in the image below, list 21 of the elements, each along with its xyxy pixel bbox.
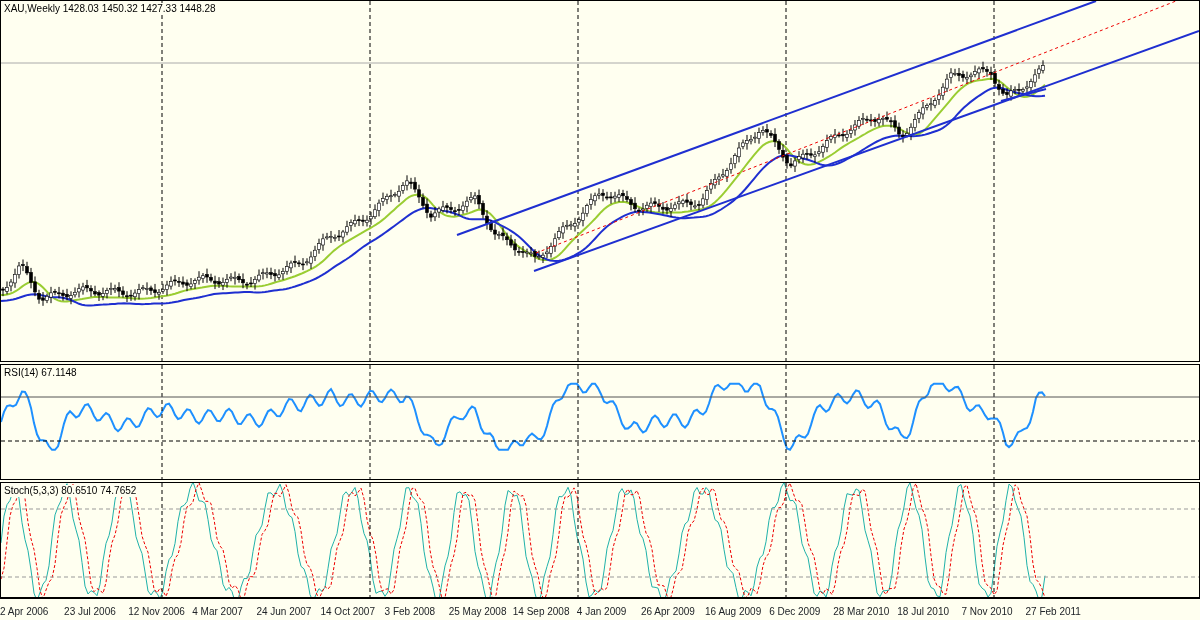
time-axis-label: 2 Apr 2006 — [0, 605, 50, 619]
time-axis-label: 4 Jan 2009 — [576, 605, 628, 619]
rsi-label: RSI(14) 67.1148 — [4, 367, 77, 379]
chart-title: XAU,Weekly 1428.03 1450.32 1427.33 1448.28 — [4, 3, 216, 15]
trend-line — [1000, 88, 1047, 102]
time-axis-label: 16 Aug 2009 — [705, 605, 763, 619]
time-axis-label: 27 Feb 2011 — [1025, 605, 1082, 619]
time-axis-label: 6 Dec 2009 — [769, 605, 822, 619]
time-axis-label: 12 Nov 2006 — [128, 605, 186, 619]
time-axis-label: 14 Sep 2008 — [512, 605, 571, 619]
time-axis-label: 18 Jul 2010 — [897, 605, 951, 619]
time-axis-label: 25 May 2008 — [448, 605, 508, 619]
time-axis-label: 28 Mar 2010 — [833, 605, 891, 619]
time-axis-label: 3 Feb 2008 — [384, 605, 437, 619]
time-axis-label: 7 Nov 2010 — [961, 605, 1014, 619]
time-axis-label: 4 Mar 2007 — [192, 605, 244, 619]
time-axis-label: 26 Apr 2009 — [640, 605, 696, 619]
time-axis-label: 14 Oct 2007 — [320, 605, 376, 619]
stochastic-label: Stoch(5,3,3) 80.6510 74.7652 — [4, 485, 137, 497]
time-axis-label: 24 Jun 2007 — [256, 605, 313, 619]
time-axis-label: 23 Jul 2006 — [64, 605, 117, 619]
